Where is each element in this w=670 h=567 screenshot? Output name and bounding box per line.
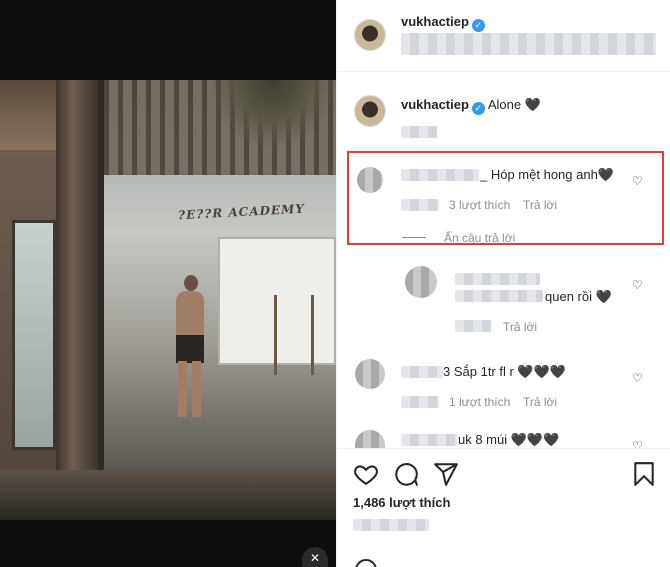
- verified-badge-icon: ✓: [471, 102, 485, 115]
- avatar[interactable]: [354, 95, 386, 127]
- username-link[interactable]: vukhactiep: [401, 14, 469, 29]
- action-bar: 1,486 lượt thích: [337, 448, 670, 567]
- avatar[interactable]: [355, 430, 385, 448]
- post-video[interactable]: ?E??R ACADEMY: [0, 80, 336, 520]
- avatar[interactable]: [355, 359, 385, 389]
- caption: vukhactiep ✓ Alone 🖤: [401, 97, 541, 115]
- redacted-time: [401, 199, 439, 211]
- redacted-mention: [455, 290, 543, 302]
- photo-person: [170, 275, 210, 425]
- comment-icon[interactable]: [393, 461, 419, 487]
- comment-text: uk 8 múi 🖤🖤🖤: [458, 432, 560, 447]
- heart-icon[interactable]: ♡: [632, 279, 644, 291]
- hide-replies-button[interactable]: Ẩn câu trả lời: [444, 231, 515, 245]
- heart-icon[interactable]: ♡: [632, 440, 644, 448]
- bookmark-icon[interactable]: [631, 461, 657, 487]
- comment-text: _ Hóp mệt hong anh🖤: [480, 167, 614, 182]
- comment-text: 3 Sắp 1tr fl r 🖤🖤🖤: [443, 364, 566, 379]
- heart-icon[interactable]: [353, 461, 379, 487]
- post-header: vukhactiep ✓: [337, 0, 670, 72]
- redacted-date: [353, 519, 429, 531]
- emoji-icon[interactable]: [355, 559, 377, 567]
- share-icon[interactable]: [433, 461, 459, 487]
- redacted-time: [455, 320, 491, 332]
- comment-text: quen rồi 🖤: [545, 289, 612, 304]
- redacted-time: [401, 126, 437, 138]
- username-link[interactable]: vukhactiep: [401, 97, 469, 112]
- redacted-username: [401, 169, 479, 181]
- reply-button[interactable]: Trả lời: [523, 198, 557, 212]
- comment-likes[interactable]: 3 lượt thích: [449, 198, 510, 212]
- comment-likes[interactable]: 1 lượt thích: [449, 395, 510, 409]
- reply-button[interactable]: Trả lời: [503, 320, 537, 334]
- redacted-location: [401, 33, 656, 55]
- heart-icon[interactable]: ♡: [632, 175, 644, 187]
- redacted-username: [401, 434, 457, 446]
- avatar[interactable]: [357, 167, 383, 193]
- heart-icon[interactable]: ♡: [632, 372, 644, 384]
- photo-easel: [274, 295, 314, 375]
- caption-text: Alone 🖤: [487, 97, 541, 112]
- post-sidebar: vukhactiep ✓ vukhactiep ✓ Alone 🖤 _ Hóp mệ…: [336, 0, 670, 567]
- divider: [402, 237, 426, 238]
- redacted-username: [455, 273, 540, 285]
- avatar[interactable]: [405, 266, 437, 298]
- verified-badge-icon: ✓: [471, 19, 485, 32]
- mute-icon[interactable]: ✕: [302, 547, 328, 567]
- post-media-panel: ?E??R ACADEMY ✕: [0, 0, 336, 567]
- redacted-username: [401, 366, 443, 378]
- avatar[interactable]: [354, 19, 386, 51]
- photo-window: [12, 220, 56, 450]
- photo-palm: [210, 80, 336, 150]
- photo-pillar: [56, 80, 98, 500]
- reply-button[interactable]: Trả lời: [523, 395, 557, 409]
- likes-count[interactable]: 1,486 lượt thích: [353, 495, 450, 510]
- photo-floor: [0, 470, 336, 520]
- redacted-time: [401, 396, 439, 408]
